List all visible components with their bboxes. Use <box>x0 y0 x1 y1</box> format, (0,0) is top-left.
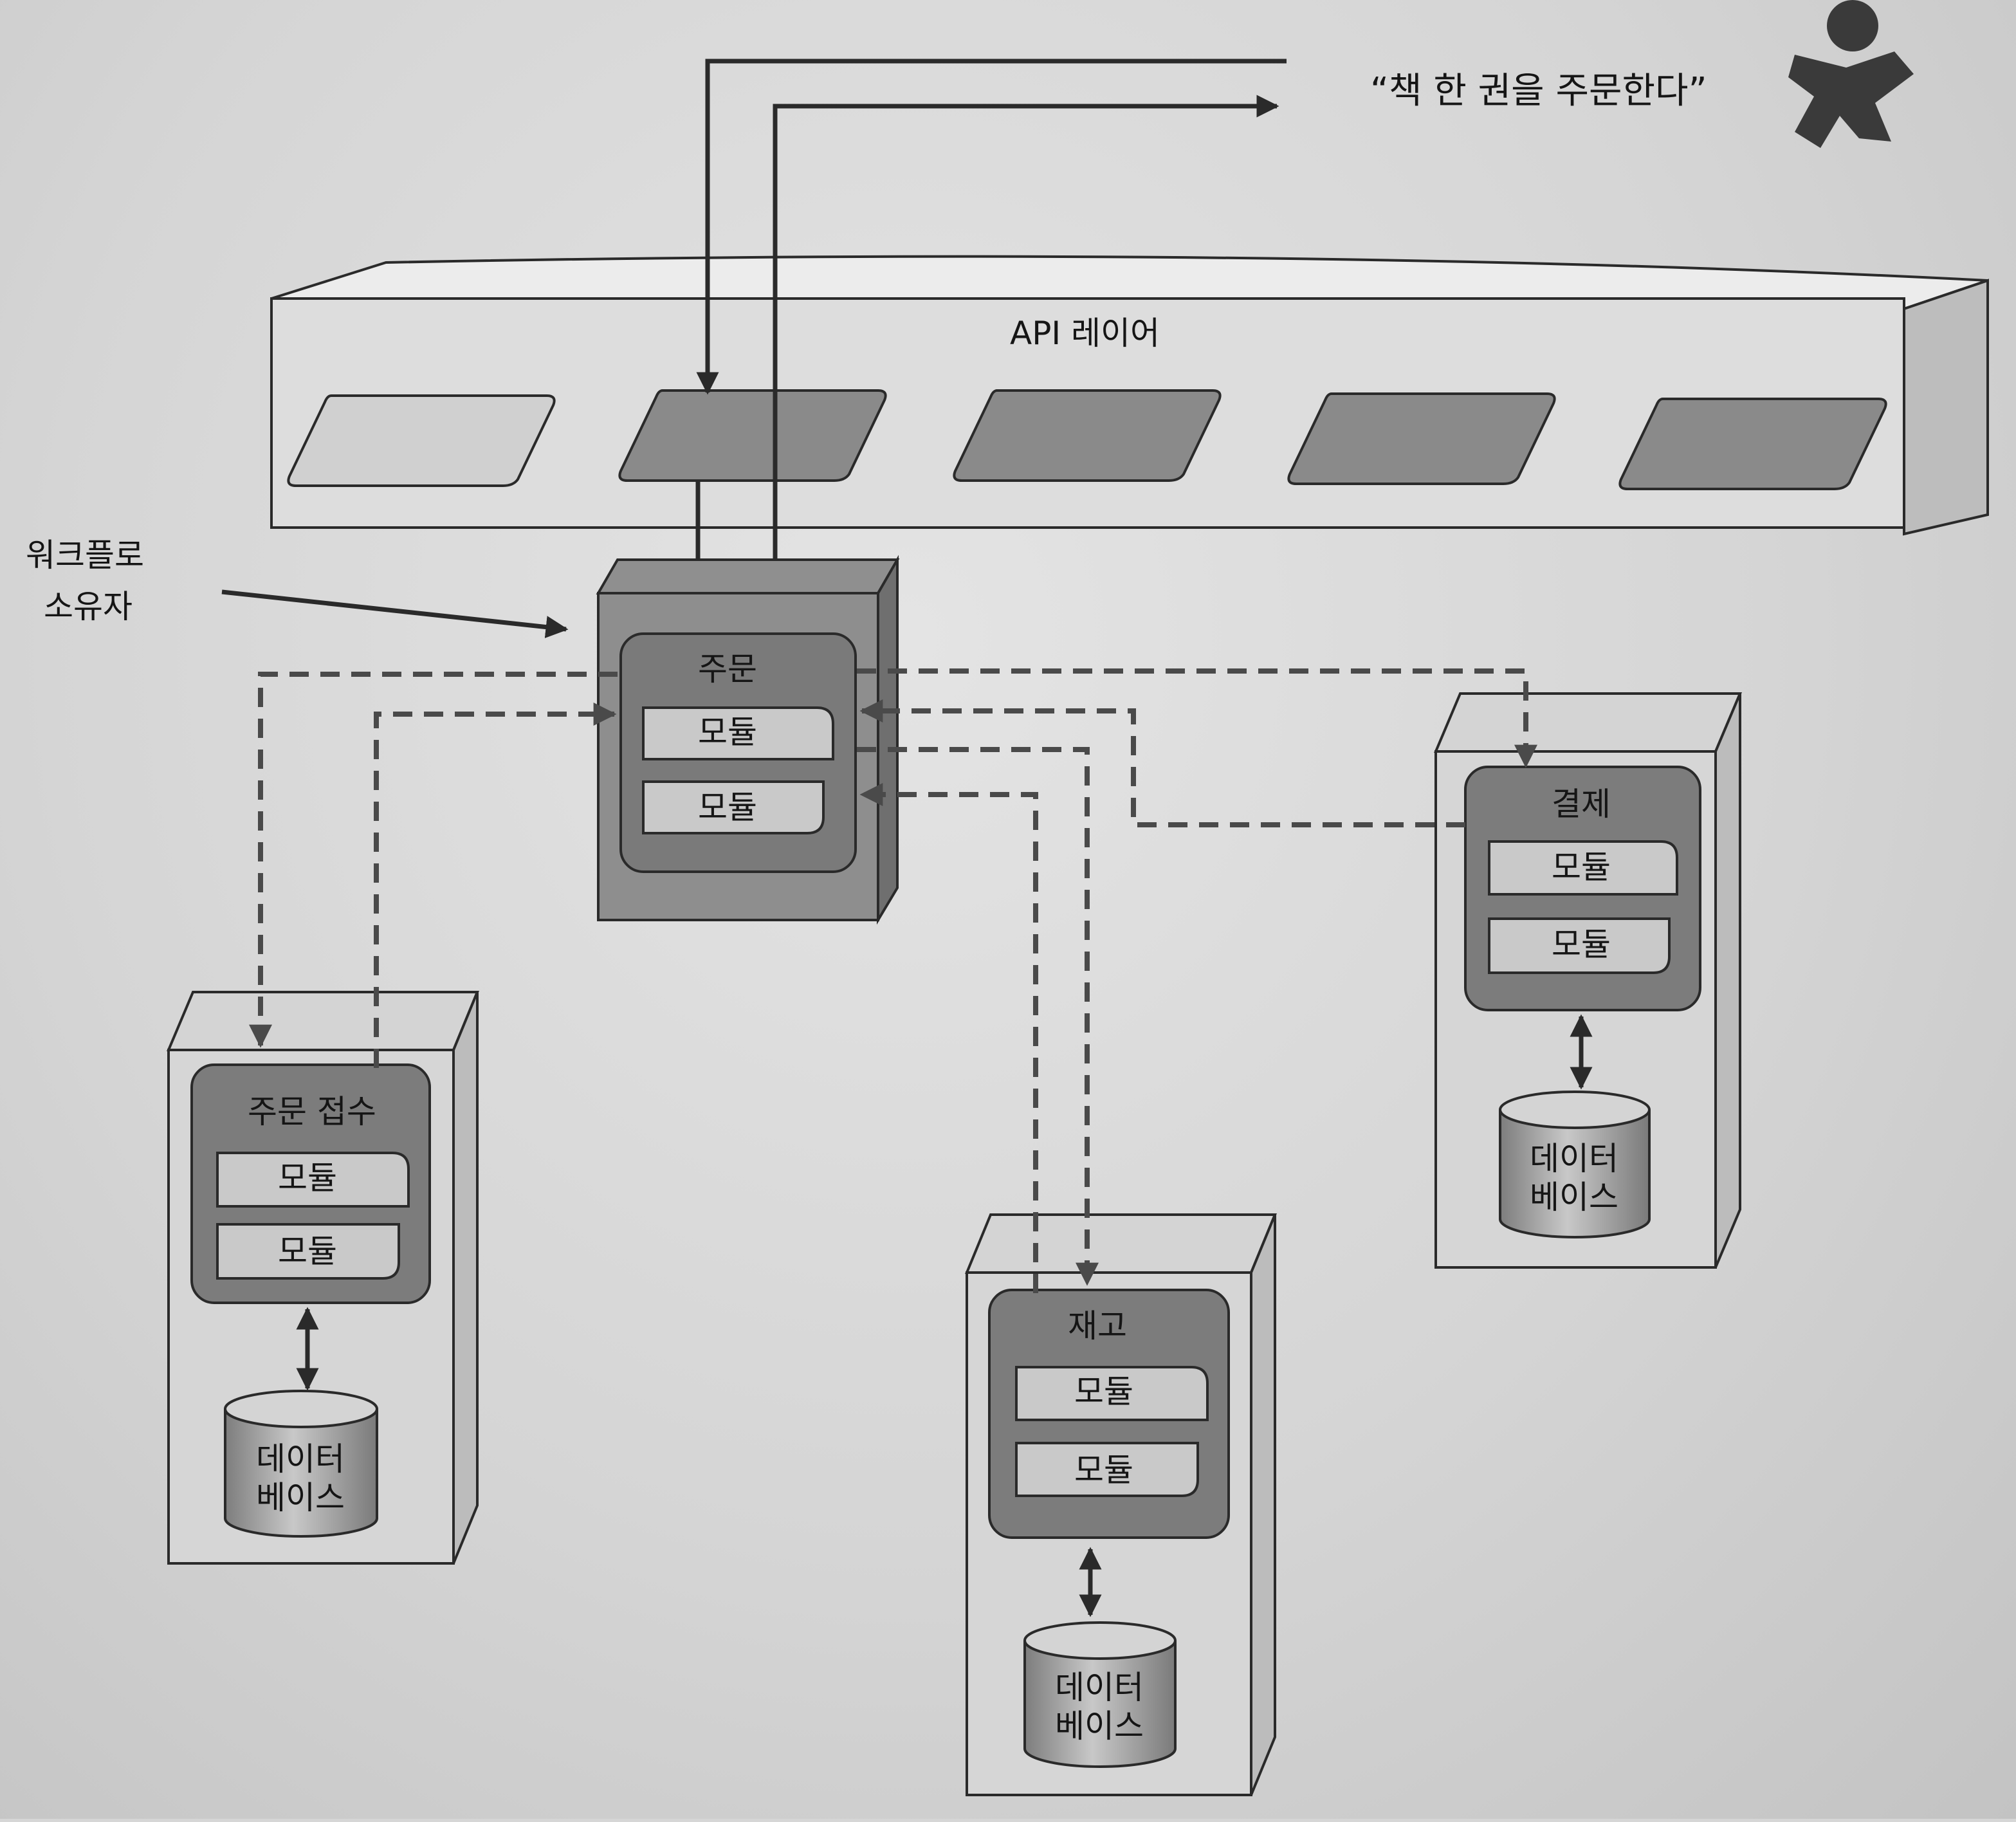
order-box-top <box>596 558 900 594</box>
payment-module-1-label: 모듈 <box>1552 849 1611 886</box>
inventory-module-1-label: 모듈 <box>1074 1373 1133 1410</box>
inventory-title: 재고 <box>1068 1307 1127 1345</box>
payment-to-order-reply <box>859 699 1465 827</box>
inventory-db-label-2: 베이스 <box>1055 1707 1144 1745</box>
api-endpoint-2 <box>618 389 887 482</box>
api-endpoint-5 <box>1618 398 1887 490</box>
payment-service: 결제 모듈 모듈 데이터 베이스 <box>1433 692 1743 1269</box>
order-intake-service: 주문 접수 모듈 모듈 데이터 베이스 <box>166 991 479 1565</box>
payment-title: 결제 <box>1552 786 1611 823</box>
order-module-2-label: 모듈 <box>698 789 757 826</box>
api-layer-label: API 레이어 <box>1010 315 1160 352</box>
inventory-db-label-1: 데이터 <box>1055 1669 1144 1706</box>
quote-text: “책 한 권을 주문한다” <box>1370 70 1707 112</box>
order-to-intake-call <box>249 672 618 1048</box>
order-service: 주문 모듈 모듈 <box>596 555 900 925</box>
payment-db-label-1: 데이터 <box>1530 1140 1618 1177</box>
intake-box-top <box>166 991 479 1051</box>
diagram-canvas: “책 한 권을 주문한다” API 레이어 워크플로 소유자 주문 모듈 모듈 <box>0 0 2016 1819</box>
payment-db-label-2: 베이스 <box>1530 1179 1618 1216</box>
inventory-module-2-label: 모듈 <box>1074 1451 1133 1489</box>
api-endpoint-4 <box>1287 392 1556 485</box>
payment-box-top <box>1433 692 1743 753</box>
intake-module-2-label: 모듈 <box>278 1233 337 1270</box>
workflow-owner-label-line2: 소유자 <box>44 588 133 625</box>
inventory-box-top <box>965 1213 1277 1274</box>
order-title: 주문 <box>698 650 757 688</box>
order-module-1-label: 모듈 <box>698 713 757 751</box>
architecture-diagram: “책 한 권을 주문한다” API 레이어 워크플로 소유자 주문 모듈 모듈 <box>26 0 1989 1796</box>
person-icon <box>1788 0 1914 148</box>
order-box-side <box>877 555 899 925</box>
payment-module-2-label: 모듈 <box>1552 926 1611 963</box>
intake-module-1-label: 모듈 <box>278 1159 337 1197</box>
inventory-service: 재고 모듈 모듈 데이터 베이스 <box>965 1213 1277 1796</box>
intake-db-label-1: 데이터 <box>256 1440 345 1478</box>
intake-db-label-2: 베이스 <box>256 1479 345 1516</box>
inventory-box-side <box>1250 1214 1276 1796</box>
payment-box-side <box>1714 693 1741 1268</box>
intake-box-side <box>452 991 479 1564</box>
intake-title: 주문 접수 <box>248 1093 376 1130</box>
workflow-owner-label-line1: 워크플로 <box>26 537 144 574</box>
api-endpoint-3 <box>953 389 1222 482</box>
api-endpoint-1 <box>287 394 556 487</box>
api-layer-side <box>1903 279 1989 536</box>
workflow-owner-arrow <box>221 589 569 639</box>
api-layer: API 레이어 <box>270 255 1989 536</box>
